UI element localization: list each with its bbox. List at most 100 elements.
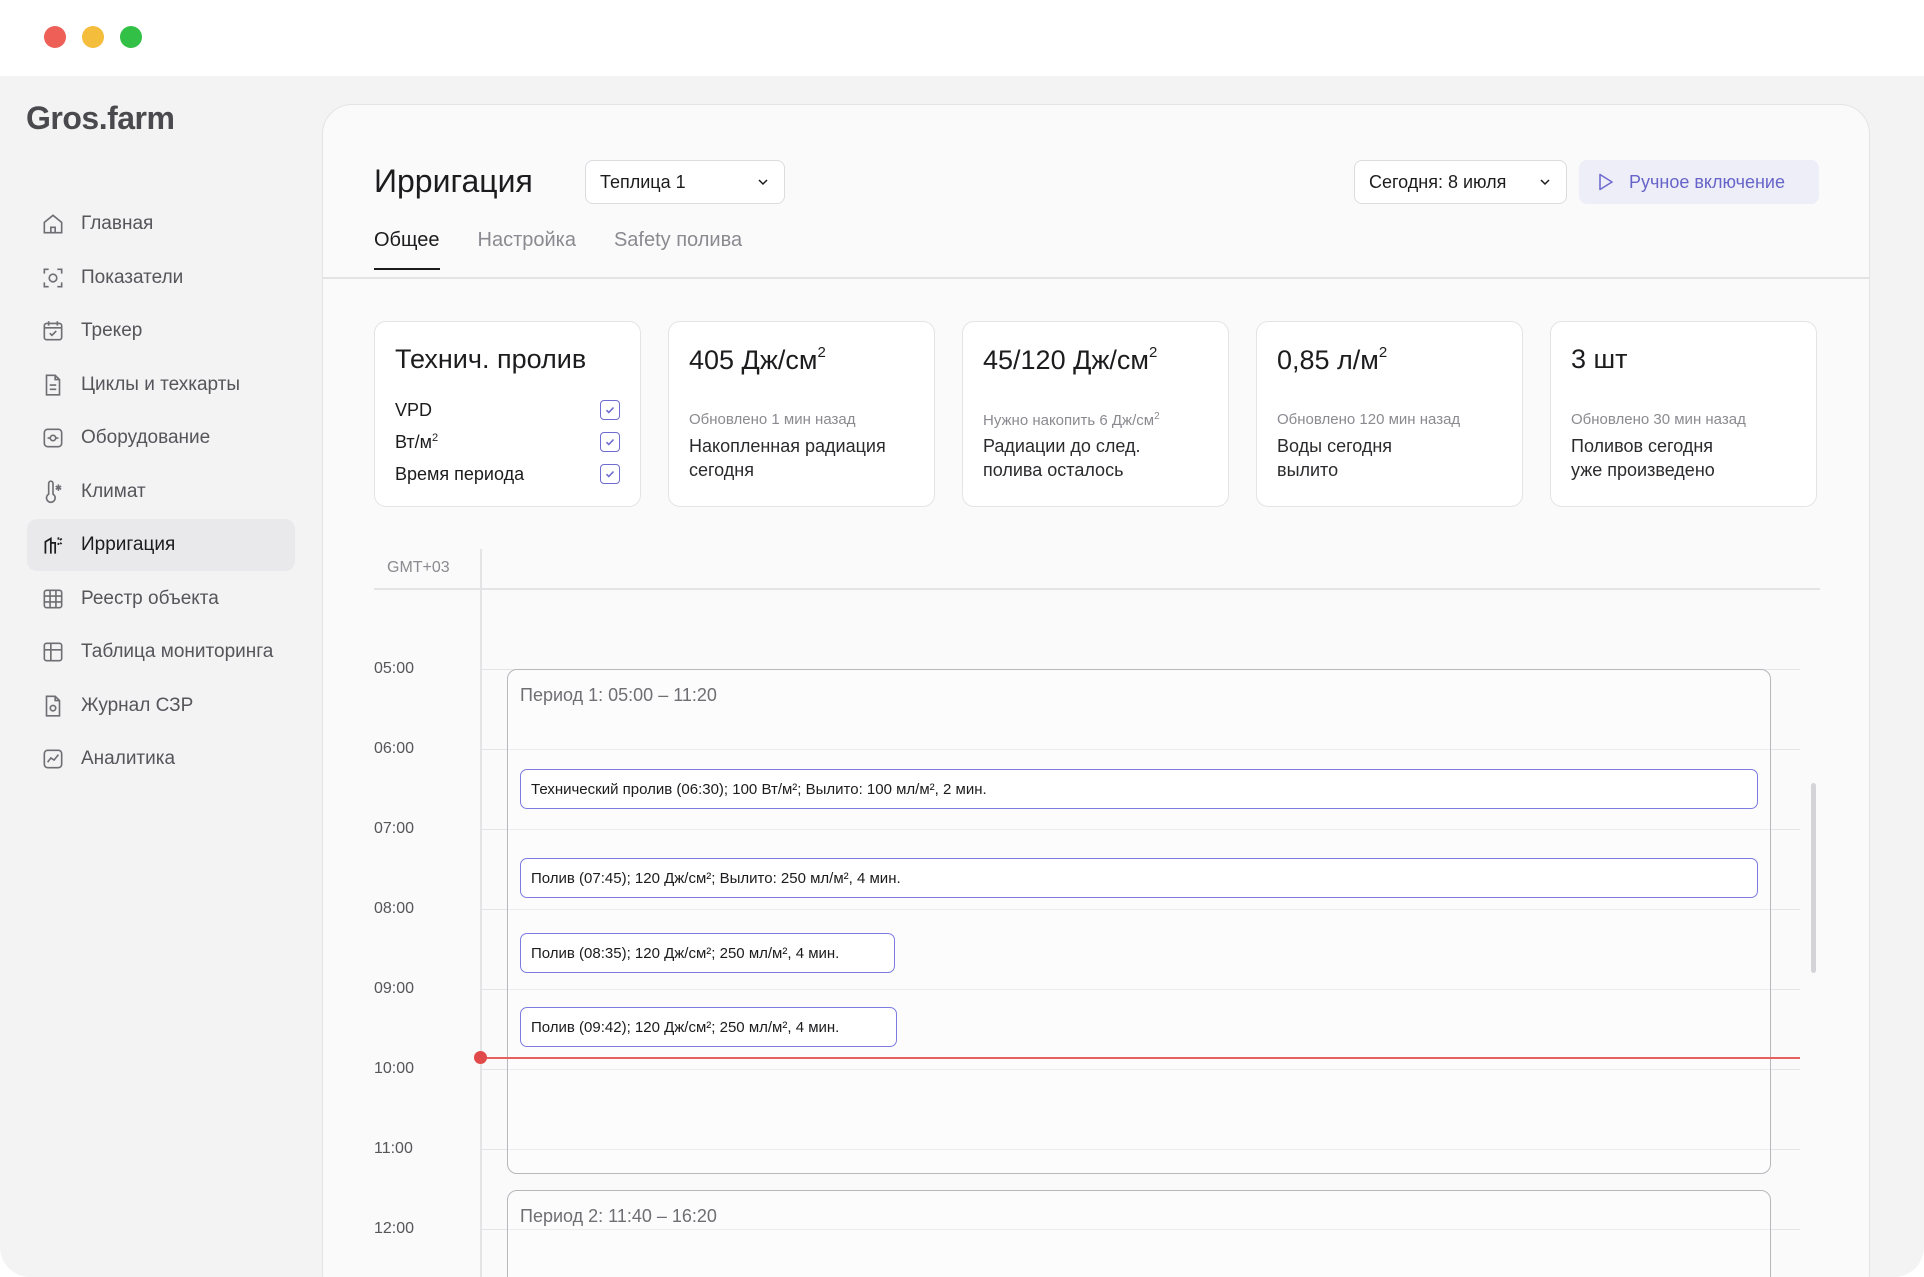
- sidebar-item-label: Реестр объекта: [81, 587, 219, 609]
- greenhouse-select[interactable]: Теплица 1: [585, 160, 785, 204]
- check-icon: [605, 470, 615, 478]
- water-card: 0,85 л/м2 Обновлено 120 мин назад Воды с…: [1256, 321, 1523, 507]
- sidebar-item-equipment[interactable]: Оборудование: [27, 412, 295, 464]
- thermometer-icon: [39, 478, 67, 506]
- document-icon: [39, 371, 67, 399]
- greenhouse-select-value: Теплица 1: [600, 171, 686, 192]
- radiation-updated: Обновлено 1 мин назад: [689, 411, 856, 428]
- journal-icon: [39, 692, 67, 720]
- equipment-icon: [39, 424, 67, 452]
- window-titlebar: [0, 0, 1924, 76]
- watts-checkbox[interactable]: [600, 432, 620, 452]
- sidebar-item-irrigation[interactable]: Ирригация: [27, 519, 295, 571]
- tab-general[interactable]: Общее: [374, 229, 440, 270]
- current-time-marker: [474, 1051, 487, 1064]
- manual-start-button[interactable]: Ручное включение: [1579, 160, 1819, 204]
- irrigation-icon: [39, 531, 67, 559]
- hour-label: 11:00: [374, 1140, 413, 1157]
- hour-label: 09:00: [374, 980, 415, 997]
- sidebar-item-label: Показатели: [81, 266, 184, 288]
- sidebar-item-registry[interactable]: Реестр объекта: [27, 573, 295, 625]
- hour-label: 05:00: [374, 660, 415, 677]
- irrigation-period-1[interactable]: Период 1: 05:00 – 11:20 Технический прол…: [507, 669, 1771, 1174]
- chevron-down-icon: [758, 179, 768, 186]
- calendar-check-icon: [39, 317, 67, 345]
- sidebar-item-analytics[interactable]: Аналитика: [27, 733, 295, 785]
- sidebar-item-label: Главная: [81, 213, 154, 234]
- sidebar-item-cycles[interactable]: Циклы и техкарты: [27, 359, 295, 411]
- water-value: 0,85 л/м2: [1277, 344, 1388, 375]
- irrigation-count-value: 3 шт: [1571, 344, 1628, 374]
- hour-label: 08:00: [374, 900, 415, 917]
- schedule-scrollbar[interactable]: [1811, 783, 1816, 973]
- irrigation-event[interactable]: Технический пролив (06:30); 100 Вт/м²; В…: [520, 769, 1758, 809]
- tab-settings[interactable]: Настройка: [478, 229, 576, 270]
- sidebar-item-label: Ирригация: [81, 534, 176, 555]
- sidebar-nav: Главная Показатели Трекер Циклы и техкар…: [27, 198, 295, 787]
- radiation-card: 405 Дж/см2 Обновлено 1 мин назад Накопле…: [668, 321, 935, 507]
- sidebar-item-label: Циклы и техкарты: [81, 373, 241, 395]
- home-icon: [39, 210, 67, 238]
- app-window: Gros.farm Главная Показатели Трекер Цикл…: [0, 76, 1924, 1277]
- sidebar-item-label: Аналитика: [81, 748, 176, 769]
- hour-label: 12:00: [374, 1220, 415, 1237]
- radiation-left-desc: Радиации до след. полива осталось: [983, 436, 1141, 480]
- tab-safety[interactable]: Safety полива: [614, 229, 742, 270]
- period-title: Период 1: 05:00 – 11:20: [520, 685, 717, 705]
- app-logo: Gros.farm: [26, 100, 175, 136]
- sidebar-item-journal[interactable]: Журнал СЗР: [27, 680, 295, 732]
- sidebar-item-label: Таблица мониторинга: [81, 641, 274, 662]
- current-time-line: [480, 1057, 1800, 1059]
- period-time-checkbox[interactable]: [600, 464, 620, 484]
- irrigation-count-desc: Поливов сегодня уже произведено: [1571, 436, 1715, 480]
- window-close-button[interactable]: [44, 26, 66, 48]
- date-select[interactable]: Сегодня: 8 июля: [1354, 160, 1567, 204]
- irrigation-count-card: 3 шт Обновлено 30 мин назад Поливов сего…: [1550, 321, 1817, 507]
- hour-label: 06:00: [374, 740, 415, 757]
- sidebar-item-label: Журнал СЗР: [81, 694, 194, 716]
- metrics-icon: [39, 264, 67, 292]
- window-minimize-button[interactable]: [82, 26, 104, 48]
- irrigation-count-updated: Обновлено 30 мин назад: [1571, 411, 1746, 428]
- period-time-label: Время периода: [395, 463, 525, 484]
- date-select-value: Сегодня: 8 июля: [1369, 171, 1507, 192]
- sidebar-item-monitoring[interactable]: Таблица мониторинга: [27, 626, 295, 678]
- sidebar-item-tracker[interactable]: Трекер: [27, 305, 295, 357]
- sidebar-item-label: Оборудование: [81, 427, 211, 448]
- radiation-value: 405 Дж/см2: [689, 344, 826, 375]
- sidebar-item-climate[interactable]: Климат: [27, 466, 295, 518]
- radiation-desc: Накопленная радиация сегодня: [689, 436, 886, 480]
- analytics-icon: [39, 745, 67, 773]
- sidebar-item-home[interactable]: Главная: [27, 198, 295, 250]
- play-icon: [1599, 173, 1613, 191]
- sidebar-item-metrics[interactable]: Показатели: [27, 252, 295, 304]
- watts-row: Вт/м2: [395, 430, 620, 454]
- chevron-down-icon: [1540, 179, 1550, 186]
- water-desc: Воды сегодня вылито: [1277, 436, 1393, 480]
- check-icon: [605, 438, 615, 446]
- timeline-axis: [480, 549, 482, 1277]
- table-icon: [39, 638, 67, 666]
- vpd-label: VPD: [395, 399, 433, 420]
- timezone-label: GMT+03: [387, 559, 450, 576]
- irrigation-period-2[interactable]: Период 2: 11:40 – 16:20: [507, 1190, 1771, 1277]
- tech-flush-title: Технич. пролив: [395, 344, 587, 374]
- irrigation-event[interactable]: Полив (07:45); 120 Дж/см²; Вылито: 250 м…: [520, 858, 1758, 898]
- timeline-header-divider: [374, 588, 1820, 590]
- window-maximize-button[interactable]: [120, 26, 142, 48]
- period-time-row: Время периода: [395, 462, 620, 486]
- hour-label: 07:00: [374, 820, 415, 837]
- hour-label: 10:00: [374, 1060, 415, 1077]
- vpd-row: VPD: [395, 398, 620, 422]
- sidebar-item-label: Климат: [81, 480, 146, 502]
- radiation-left-note: Нужно накопить 6 Дж/см2: [983, 411, 1160, 429]
- irrigation-event[interactable]: Полив (09:42); 120 Дж/см²; 250 мл/м², 4 …: [520, 1007, 897, 1047]
- water-updated: Обновлено 120 мин назад: [1277, 411, 1461, 428]
- irrigation-event[interactable]: Полив (08:35); 120 Дж/см²; 250 мл/м², 4 …: [520, 933, 895, 973]
- main-panel: Ирригация Теплица 1 Сегодня: 8 июля Ручн…: [322, 104, 1870, 1277]
- manual-start-label: Ручное включение: [1629, 171, 1785, 192]
- tech-flush-card: Технич. пролив VPD Вт/м2 Время периода: [374, 321, 641, 507]
- vpd-checkbox[interactable]: [600, 400, 620, 420]
- tabs: Общее Настройка Safety полива: [374, 229, 780, 270]
- period-title: Период 2: 11:40 – 16:20: [520, 1206, 717, 1226]
